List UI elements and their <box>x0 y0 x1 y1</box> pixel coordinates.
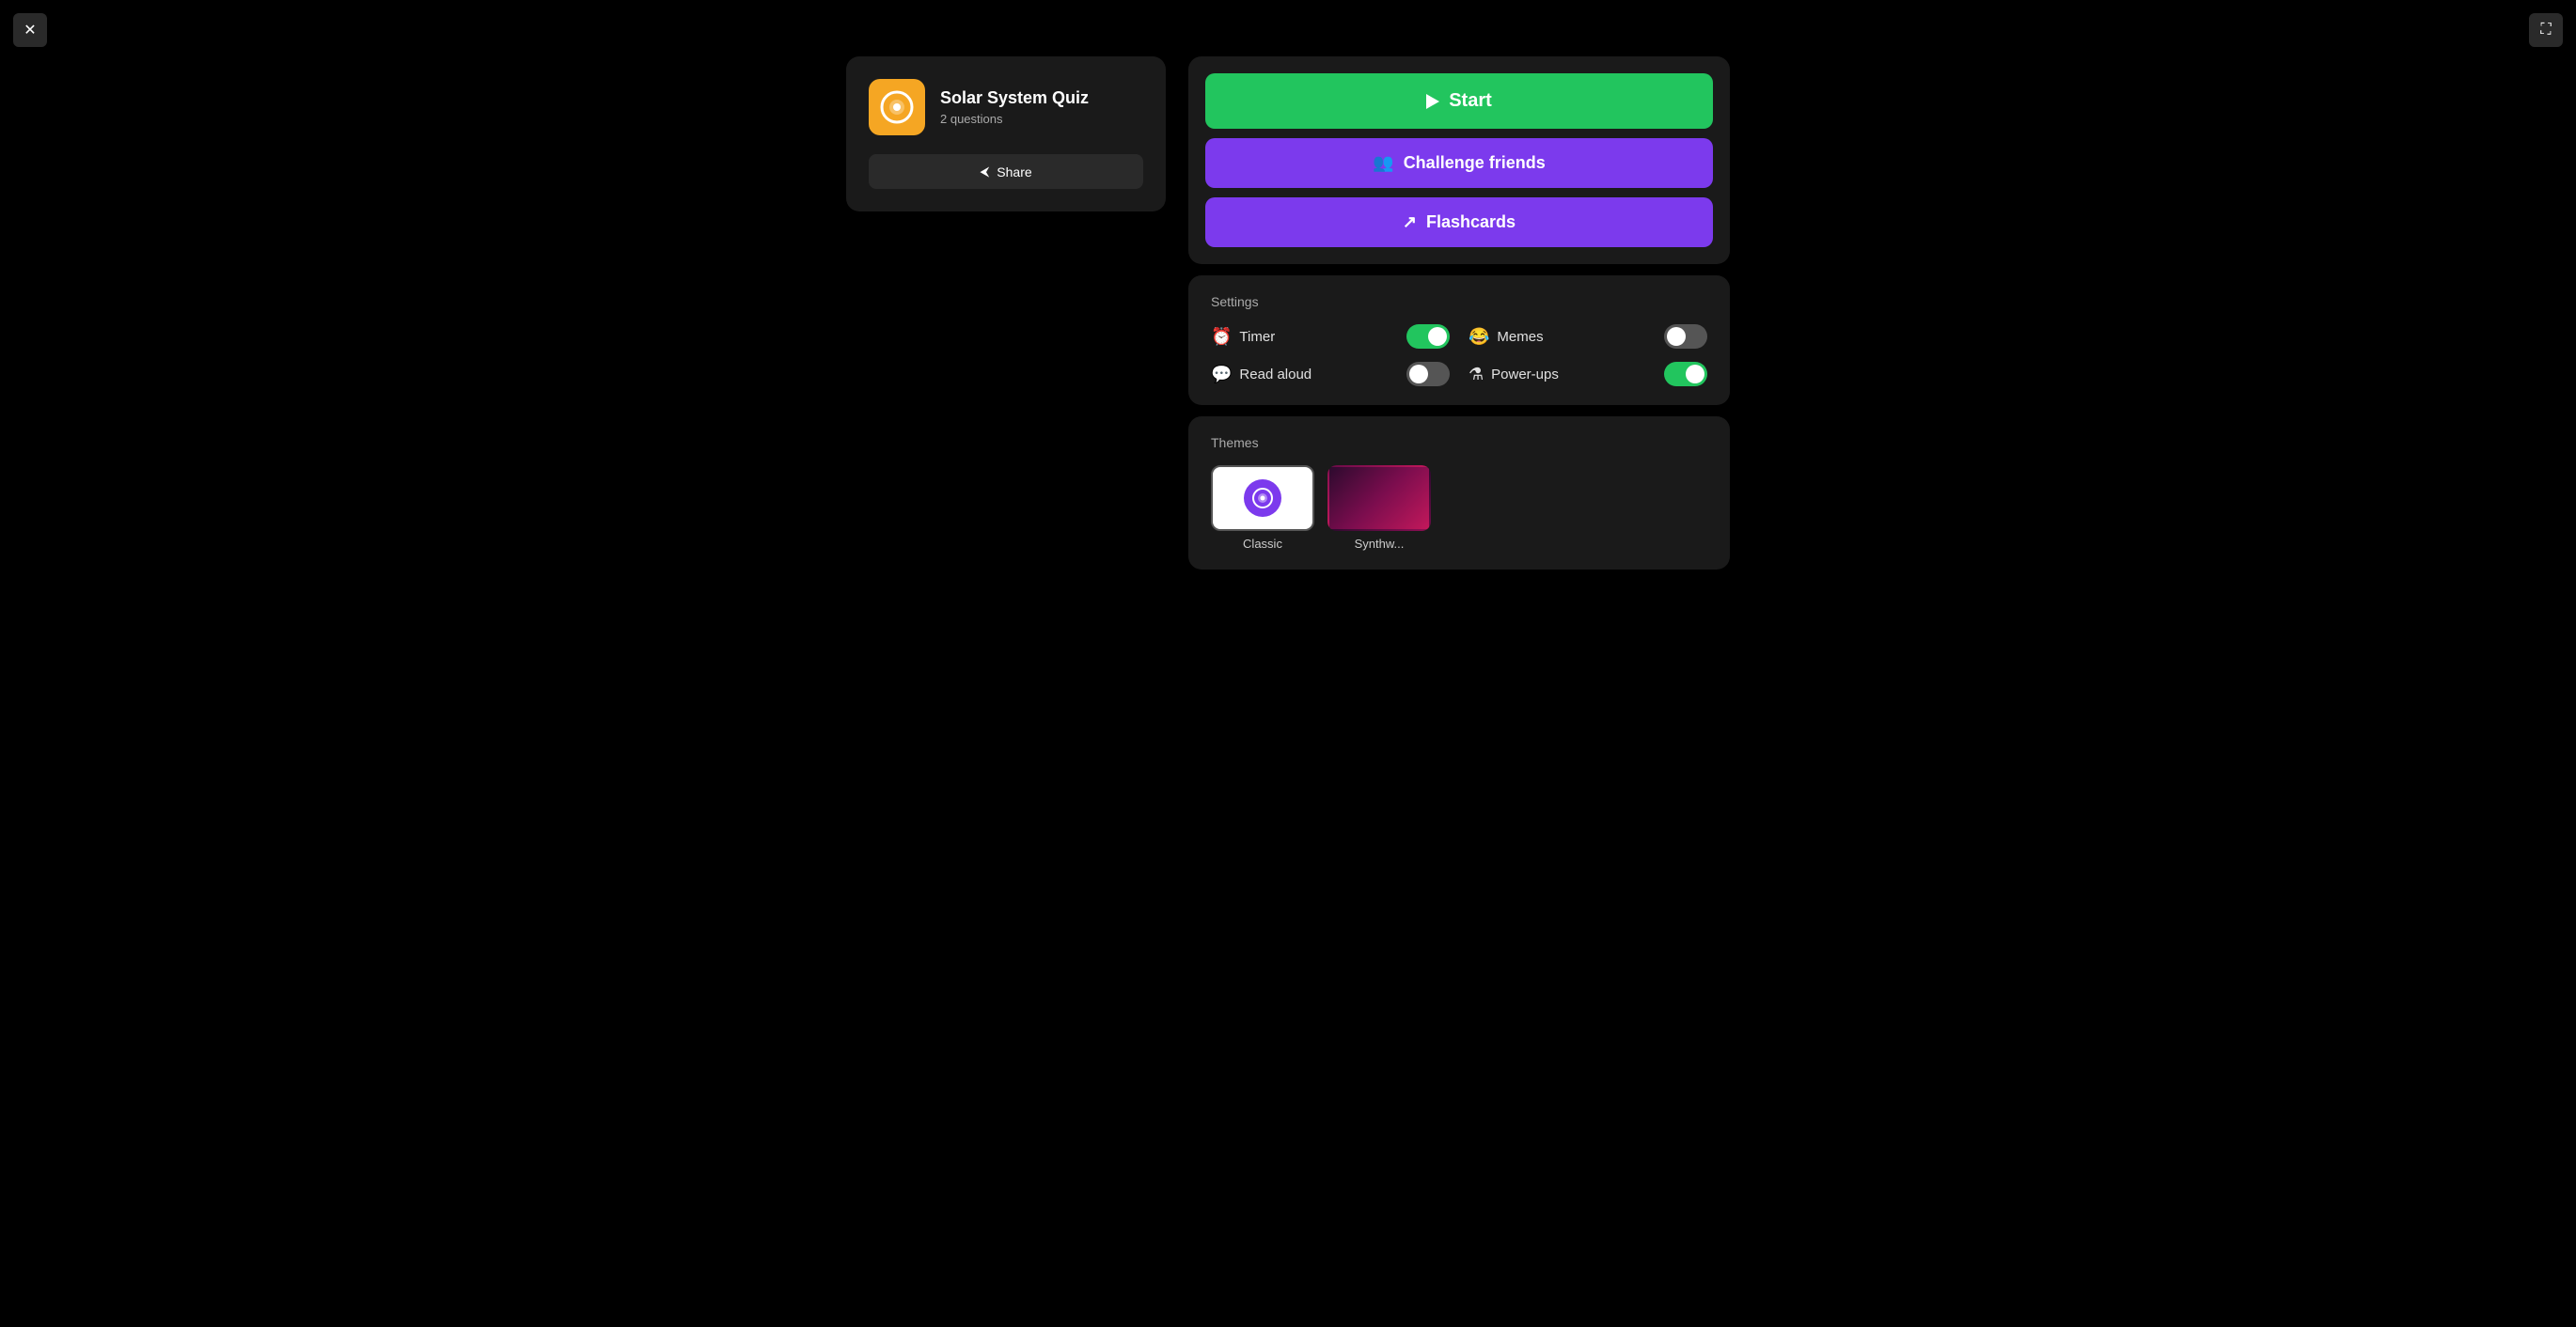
main-layout: Solar System Quiz 2 questions ⮜ Share St… <box>846 56 1730 570</box>
memes-row: 😂 Memes <box>1469 324 1707 349</box>
timer-label: ⏰ Timer <box>1211 327 1275 347</box>
timer-row: ⏰ Timer <box>1211 324 1450 349</box>
share-icon: ⮜ <box>980 164 989 180</box>
theme-classic-icon <box>1244 479 1281 517</box>
share-button[interactable]: ⮜ Share <box>869 154 1143 189</box>
challenge-label: Challenge friends <box>1404 153 1546 173</box>
start-label: Start <box>1449 90 1492 112</box>
challenge-icon: 👥 <box>1373 153 1393 173</box>
theme-classic[interactable]: Classic <box>1211 465 1314 551</box>
themes-title: Themes <box>1211 435 1707 450</box>
play-icon <box>1426 94 1439 109</box>
read-aloud-icon: 💬 <box>1211 365 1232 384</box>
flashcards-icon: ↗ <box>1403 212 1417 232</box>
flashcards-label: Flashcards <box>1426 212 1516 232</box>
right-panel: Start 👥 Challenge friends ↗ Flashcards S… <box>1188 56 1730 570</box>
theme-synthwave-preview <box>1327 465 1431 531</box>
close-button[interactable]: ✕ <box>13 13 47 47</box>
quiz-info: Solar System Quiz 2 questions <box>940 88 1089 126</box>
read-aloud-row: 💬 Read aloud <box>1211 362 1450 386</box>
powerups-label: ⚗ Power-ups <box>1469 365 1559 384</box>
challenge-friends-button[interactable]: 👥 Challenge friends <box>1205 138 1713 188</box>
settings-title: Settings <box>1211 294 1707 309</box>
share-label: Share <box>997 164 1031 180</box>
read-aloud-label: 💬 Read aloud <box>1211 365 1312 384</box>
start-button[interactable]: Start <box>1205 73 1713 129</box>
read-aloud-toggle[interactable] <box>1406 362 1450 386</box>
settings-panel: Settings ⏰ Timer 😂 Memes <box>1188 275 1730 405</box>
themes-panel: Themes Classic <box>1188 416 1730 570</box>
quiz-title: Solar System Quiz <box>940 88 1089 108</box>
timer-icon: ⏰ <box>1211 327 1232 347</box>
timer-toggle[interactable] <box>1406 324 1450 349</box>
powerups-row: ⚗ Power-ups <box>1469 362 1707 386</box>
theme-synthwave[interactable]: Synthw... <box>1327 465 1431 551</box>
memes-label: 😂 Memes <box>1469 327 1544 347</box>
theme-synthwave-label: Synthw... <box>1327 537 1431 551</box>
flashcards-button[interactable]: ↗ Flashcards <box>1205 197 1713 247</box>
memes-icon: 😂 <box>1469 327 1489 347</box>
quiz-card: Solar System Quiz 2 questions ⮜ Share <box>846 56 1166 211</box>
memes-toggle[interactable] <box>1664 324 1707 349</box>
powerups-icon: ⚗ <box>1469 365 1484 384</box>
quiz-questions: 2 questions <box>940 112 1089 126</box>
powerups-toggle[interactable] <box>1664 362 1707 386</box>
settings-grid: ⏰ Timer 😂 Memes 💬 <box>1211 324 1707 386</box>
quiz-card-header: Solar System Quiz 2 questions <box>869 79 1143 135</box>
themes-grid: Classic Synthw... <box>1211 465 1707 551</box>
quiz-icon <box>869 79 925 135</box>
action-buttons-panel: Start 👥 Challenge friends ↗ Flashcards <box>1188 56 1730 264</box>
theme-classic-label: Classic <box>1211 537 1314 551</box>
theme-classic-preview <box>1211 465 1314 531</box>
expand-button[interactable]: ⛶ <box>2529 13 2563 47</box>
